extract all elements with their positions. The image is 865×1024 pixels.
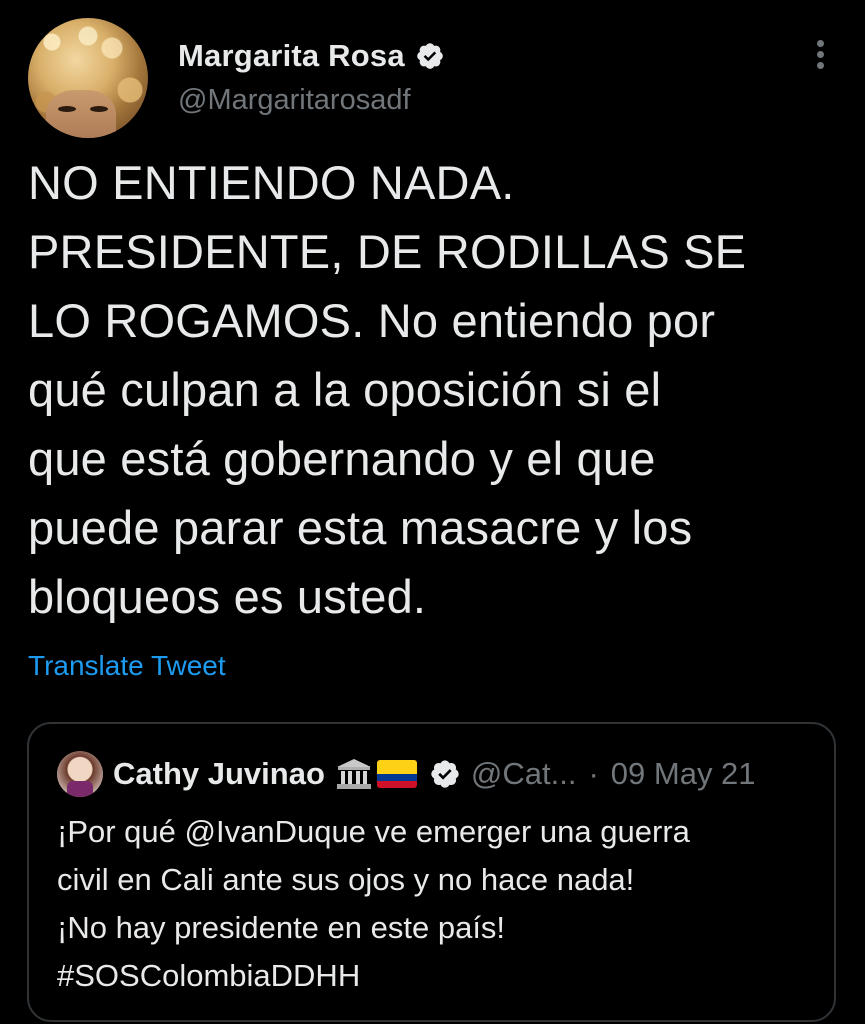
author-display-name[interactable]: Margarita Rosa (178, 38, 405, 74)
quoted-tweet-line: civil en Cali ante sus ojos y no hace na… (57, 862, 635, 897)
quoted-tweet-line: ¡No hay presidente en este país! (57, 910, 506, 945)
classical-building-emoji (336, 759, 371, 789)
author-handle[interactable]: @Margaritarosadf (178, 84, 411, 117)
quoted-tweet[interactable]: Cathy Juvinao @Cat... · 09 May 21 ¡Por q… (27, 722, 836, 1022)
quoted-author-handle: @Cat... (470, 756, 577, 791)
quoted-author-avatar (57, 751, 103, 797)
quoted-tweet-hashtag[interactable]: #SOSColombiaDDHH (57, 952, 817, 1000)
more-options-icon[interactable] (806, 36, 834, 76)
author-name-row: Margarita Rosa (178, 34, 445, 78)
verified-badge-icon (416, 43, 443, 69)
quoted-author-display-name: Cathy Juvinao (113, 756, 325, 791)
tweet: Margarita Rosa @Margaritarosadf NO ENTIE… (0, 0, 865, 1024)
separator-dot: · (588, 756, 599, 791)
colombia-flag-emoji (376, 760, 417, 788)
quoted-tweet-header: Cathy Juvinao @Cat... · 09 May 21 (57, 750, 756, 798)
quoted-tweet-line: ¡Por qué @IvanDuque ve emerger una guerr… (57, 814, 690, 849)
quoted-tweet-date[interactable]: 09 May 21 (611, 756, 756, 792)
translate-tweet-link[interactable]: Translate Tweet (28, 650, 226, 682)
tweet-text: NO ENTIENDO NADA. PRESIDENTE, DE RODILLA… (28, 156, 747, 623)
verified-badge-icon (431, 760, 459, 788)
quoted-tweet-text: ¡Por qué @IvanDuque ve emerger una guerr… (57, 808, 817, 1000)
author-avatar[interactable] (28, 18, 148, 138)
